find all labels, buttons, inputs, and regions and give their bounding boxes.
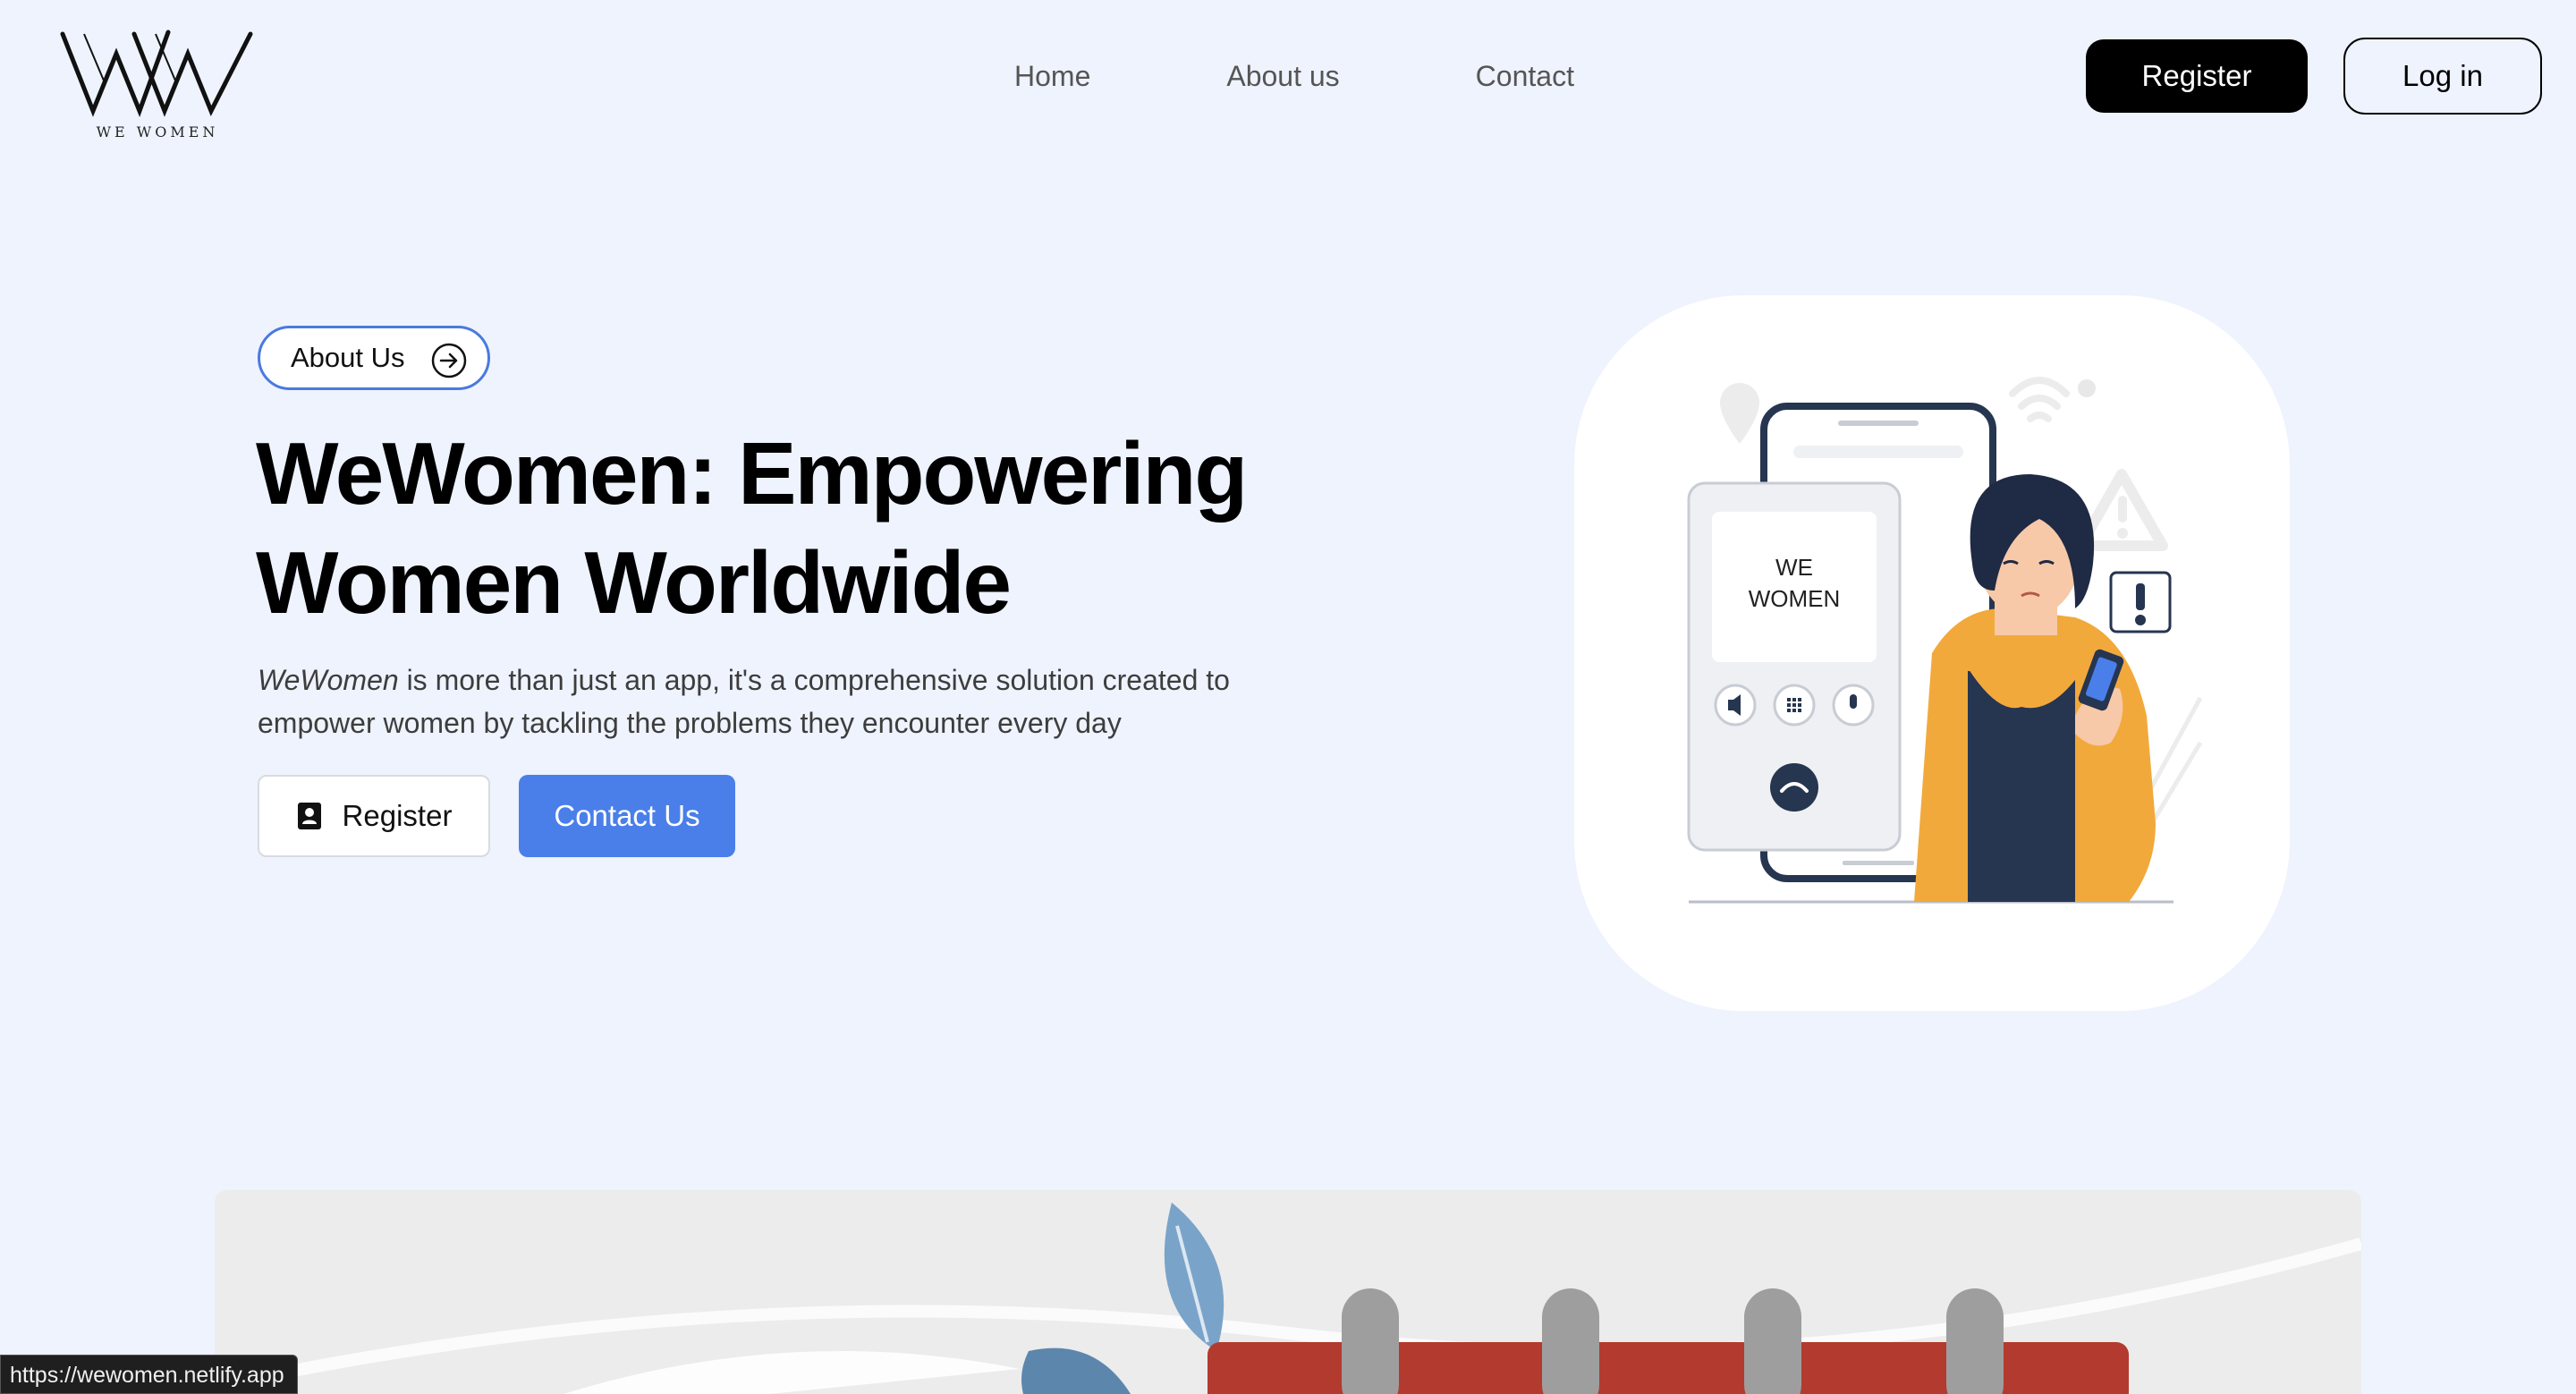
- nav-link-contact[interactable]: Contact: [1476, 55, 1574, 97]
- hero-description: WeWomen is more than just an app, it's a…: [258, 659, 1295, 744]
- status-bar-url: https://wewomen.netlify.app: [0, 1355, 298, 1394]
- nav-link-home[interactable]: Home: [1014, 55, 1090, 97]
- phone-screen-text-line2: WOMEN: [1749, 585, 1841, 612]
- contact-book-icon: [296, 802, 323, 830]
- hero-register-button[interactable]: Register: [258, 775, 490, 857]
- woman-on-phone-illustration: WE WOMEN: [1687, 377, 2203, 904]
- page: WE WOMEN Home About us Contact Register …: [0, 0, 2576, 1394]
- nav-link-about[interactable]: About us: [1226, 55, 1339, 97]
- hero-title-line1: WeWomen: Empowering: [256, 424, 1248, 523]
- logo[interactable]: WE WOMEN: [57, 27, 258, 143]
- about-us-pill-label: About Us: [291, 342, 405, 373]
- hero-description-text: is more than just an app, it's a compreh…: [258, 664, 1230, 739]
- features-image-card: [215, 1190, 2361, 1394]
- nav-login-button[interactable]: Log in: [2343, 38, 2542, 115]
- logo-text: WE WOMEN: [96, 123, 219, 140]
- hero-title: WeWomen: Empowering Women Worldwide: [256, 419, 1329, 637]
- logo-monogram-icon: [60, 30, 253, 117]
- hero-illustration-card: WE WOMEN: [1574, 295, 2290, 1011]
- nav-register-button[interactable]: Register: [2086, 39, 2308, 113]
- calendar-illustration: [215, 1203, 2361, 1394]
- hero-description-brand: WeWomen: [258, 664, 399, 696]
- hero-title-line2: Women Worldwide: [256, 533, 1012, 632]
- hero-contact-button[interactable]: Contact Us: [519, 775, 735, 857]
- arrow-right-circle-icon: [430, 342, 468, 387]
- main-nav: Home About us Contact: [1014, 55, 1574, 97]
- about-us-pill-button[interactable]: About Us: [258, 326, 490, 390]
- phone-screen-text-line1: WE: [1775, 554, 1813, 581]
- hero-register-label: Register: [342, 799, 453, 832]
